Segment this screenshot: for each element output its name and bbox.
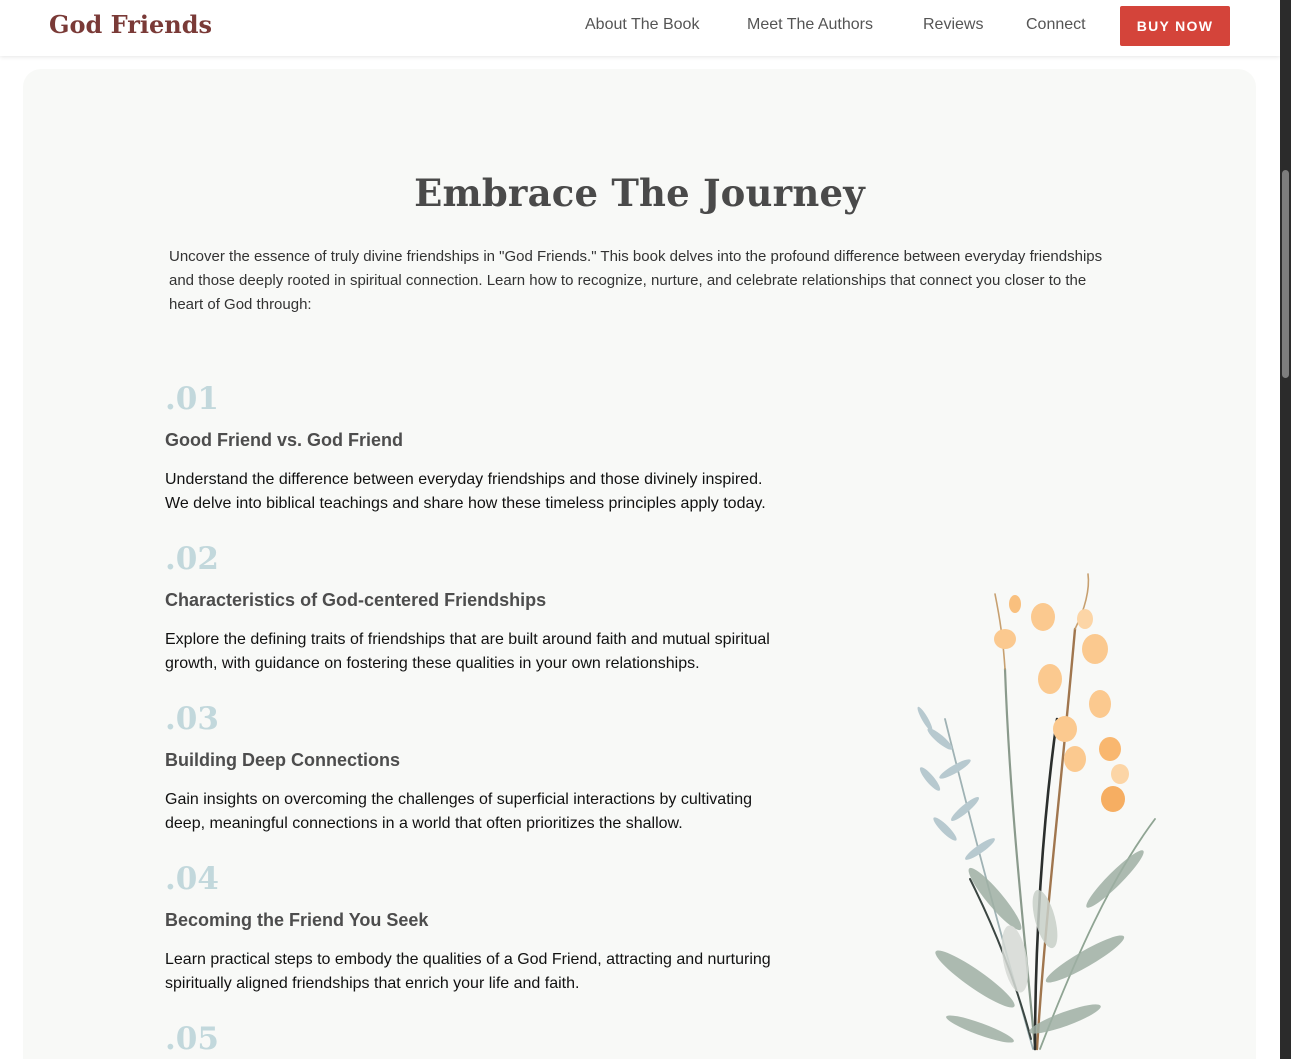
feature-number: .02: [165, 541, 219, 577]
nav-link-connect[interactable]: Connect: [1026, 16, 1086, 34]
nav-link-reviews[interactable]: Reviews: [923, 16, 983, 34]
nav-link-about-the-book[interactable]: About The Book: [585, 16, 699, 34]
wildflower-bouquet-illustration: [917, 573, 1156, 1051]
scrollbar-thumb[interactable]: [1282, 170, 1289, 378]
feature-description: Gain insights on overcoming the challeng…: [165, 791, 752, 832]
section-title: Embrace The Journey: [414, 171, 865, 215]
site-header: God Friends About The Book Meet The Auth…: [0, 0, 1280, 56]
buy-now-button[interactable]: BUY NOW: [1120, 6, 1230, 46]
site-logo[interactable]: God Friends: [49, 10, 212, 39]
feature-number: .05: [165, 1021, 219, 1057]
feature-number: .01: [165, 381, 219, 417]
feature-number: .03: [165, 701, 219, 737]
page: God Friends About The Book Meet The Auth…: [0, 0, 1280, 1059]
journey-section: Embrace The Journey Uncover the essence …: [23, 69, 1256, 1059]
feature-title: Becoming the Friend You Seek: [165, 910, 429, 930]
feature-description: Learn practical steps to embody the qual…: [165, 951, 771, 992]
feature-number: .04: [165, 861, 219, 897]
feature-title: Characteristics of God-centered Friendsh…: [165, 590, 547, 610]
section-intro: Uncover the essence of truly divine frie…: [169, 248, 1103, 313]
nav-link-meet-the-authors[interactable]: Meet The Authors: [747, 16, 873, 34]
feature-title: Good Friend vs. God Friend: [165, 430, 404, 450]
feature-description: Explore the defining traits of friendshi…: [165, 631, 770, 672]
page-scrollbar[interactable]: [1280, 0, 1291, 1059]
feature-title: Building Deep Connections: [165, 750, 401, 770]
feature-description: Understand the difference between everyd…: [165, 471, 766, 512]
